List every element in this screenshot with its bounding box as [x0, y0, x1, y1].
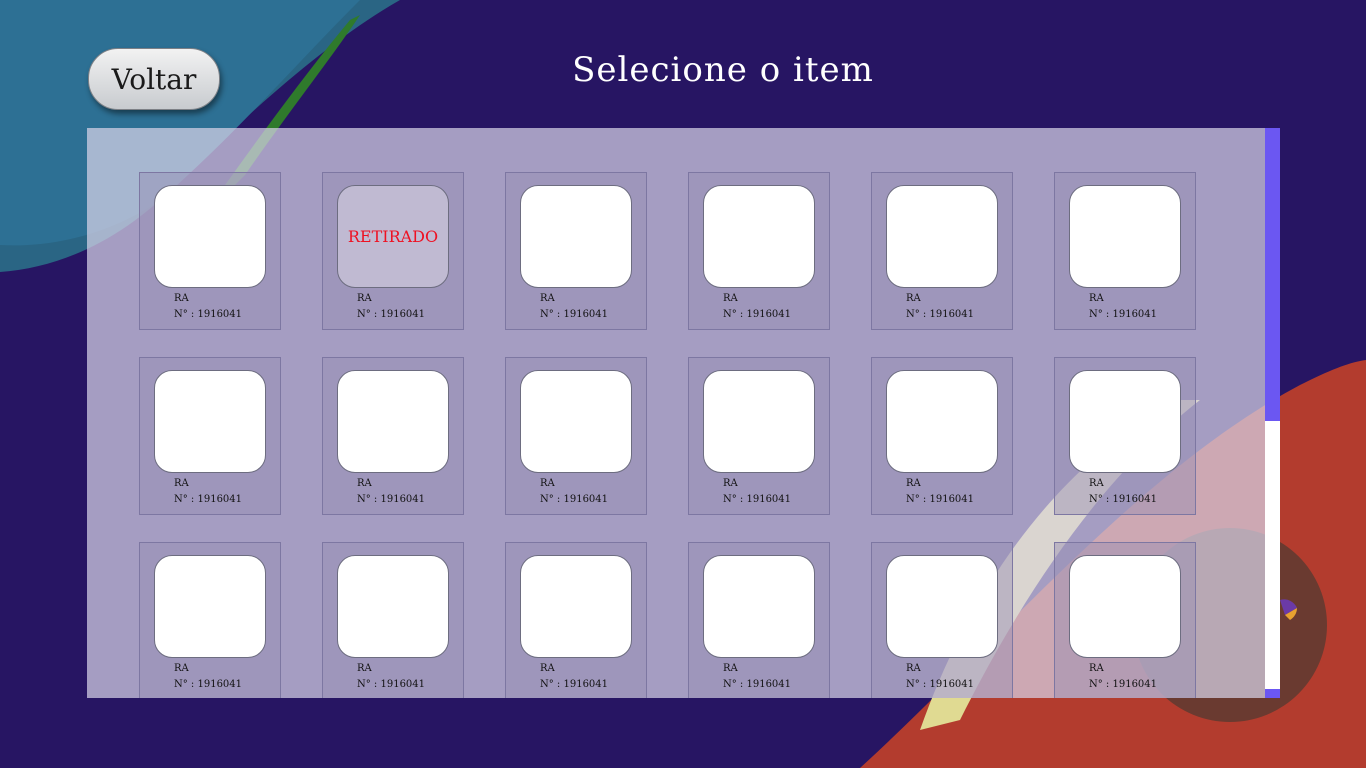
item-ra: RA	[357, 663, 372, 674]
item-image	[1069, 555, 1181, 658]
item-image	[1069, 370, 1181, 473]
item-card[interactable]: RA N° : 1916041	[871, 357, 1013, 515]
item-card[interactable]: RA N° : 1916041	[688, 172, 830, 330]
page-title: Selecione o item	[572, 50, 874, 90]
item-number: N° : 1916041	[357, 679, 426, 690]
item-number: N° : 1916041	[174, 679, 243, 690]
item-card[interactable]: RA N° : 1916041	[871, 542, 1013, 698]
item-ra: RA	[540, 478, 555, 489]
item-ra: RA	[357, 478, 372, 489]
item-ra: RA	[723, 663, 738, 674]
item-number: N° : 1916041	[540, 494, 609, 505]
item-image	[703, 370, 815, 473]
item-card[interactable]: RA N° : 1916041	[505, 357, 647, 515]
item-image	[886, 370, 998, 473]
item-number: N° : 1916041	[906, 309, 975, 320]
item-number: N° : 1916041	[723, 494, 792, 505]
scroll-down-arrow[interactable]	[1265, 689, 1280, 698]
item-image	[520, 555, 632, 658]
item-image	[154, 370, 266, 473]
item-image	[520, 185, 632, 288]
item-card[interactable]: RA N° : 1916041	[322, 357, 464, 515]
item-ra: RA	[174, 293, 189, 304]
item-number: N° : 1916041	[1089, 494, 1158, 505]
item-status-retirado: RETIRADO	[347, 227, 439, 246]
item-image	[520, 370, 632, 473]
item-ra: RA	[723, 478, 738, 489]
vertical-scrollbar[interactable]	[1265, 128, 1280, 698]
item-number: N° : 1916041	[357, 309, 426, 320]
item-number: N° : 1916041	[723, 309, 792, 320]
item-card[interactable]: RA N° : 1916041	[139, 542, 281, 698]
item-number: N° : 1916041	[357, 494, 426, 505]
item-image	[337, 370, 449, 473]
item-image	[154, 555, 266, 658]
item-grid-panel: RA N° : 1916041 RETIRADO RA N° : 1916041…	[87, 128, 1265, 698]
item-card[interactable]: RA N° : 1916041	[505, 542, 647, 698]
item-ra: RA	[174, 478, 189, 489]
item-number: N° : 1916041	[174, 494, 243, 505]
item-card[interactable]: RA N° : 1916041	[688, 542, 830, 698]
item-image: RETIRADO	[337, 185, 449, 288]
item-card[interactable]: RA N° : 1916041	[139, 357, 281, 515]
item-card[interactable]: RA N° : 1916041	[1054, 357, 1196, 515]
scrollbar-thumb[interactable]	[1265, 128, 1280, 421]
item-number: N° : 1916041	[540, 679, 609, 690]
item-image	[337, 555, 449, 658]
item-image	[703, 555, 815, 658]
item-ra: RA	[906, 478, 921, 489]
item-card[interactable]: RA N° : 1916041	[871, 172, 1013, 330]
item-ra: RA	[1089, 663, 1104, 674]
item-number: N° : 1916041	[906, 679, 975, 690]
item-number: N° : 1916041	[174, 309, 243, 320]
item-number: N° : 1916041	[1089, 309, 1158, 320]
item-ra: RA	[906, 663, 921, 674]
item-card[interactable]: RA N° : 1916041	[688, 357, 830, 515]
item-ra: RA	[357, 293, 372, 304]
item-ra: RA	[540, 293, 555, 304]
item-image	[703, 185, 815, 288]
item-image	[886, 185, 998, 288]
item-number: N° : 1916041	[723, 679, 792, 690]
item-image	[886, 555, 998, 658]
item-ra: RA	[723, 293, 738, 304]
item-number: N° : 1916041	[1089, 679, 1158, 690]
item-ra: RA	[1089, 293, 1104, 304]
item-card[interactable]: RA N° : 1916041	[505, 172, 647, 330]
item-ra: RA	[1089, 478, 1104, 489]
item-number: N° : 1916041	[540, 309, 609, 320]
item-ra: RA	[540, 663, 555, 674]
item-image	[154, 185, 266, 288]
item-card[interactable]: RETIRADO RA N° : 1916041	[322, 172, 464, 330]
item-card[interactable]: RA N° : 1916041	[322, 542, 464, 698]
item-card[interactable]: RA N° : 1916041	[139, 172, 281, 330]
item-card[interactable]: RA N° : 1916041	[1054, 172, 1196, 330]
item-image	[1069, 185, 1181, 288]
item-ra: RA	[906, 293, 921, 304]
item-ra: RA	[174, 663, 189, 674]
item-card[interactable]: RA N° : 1916041	[1054, 542, 1196, 698]
item-number: N° : 1916041	[906, 494, 975, 505]
